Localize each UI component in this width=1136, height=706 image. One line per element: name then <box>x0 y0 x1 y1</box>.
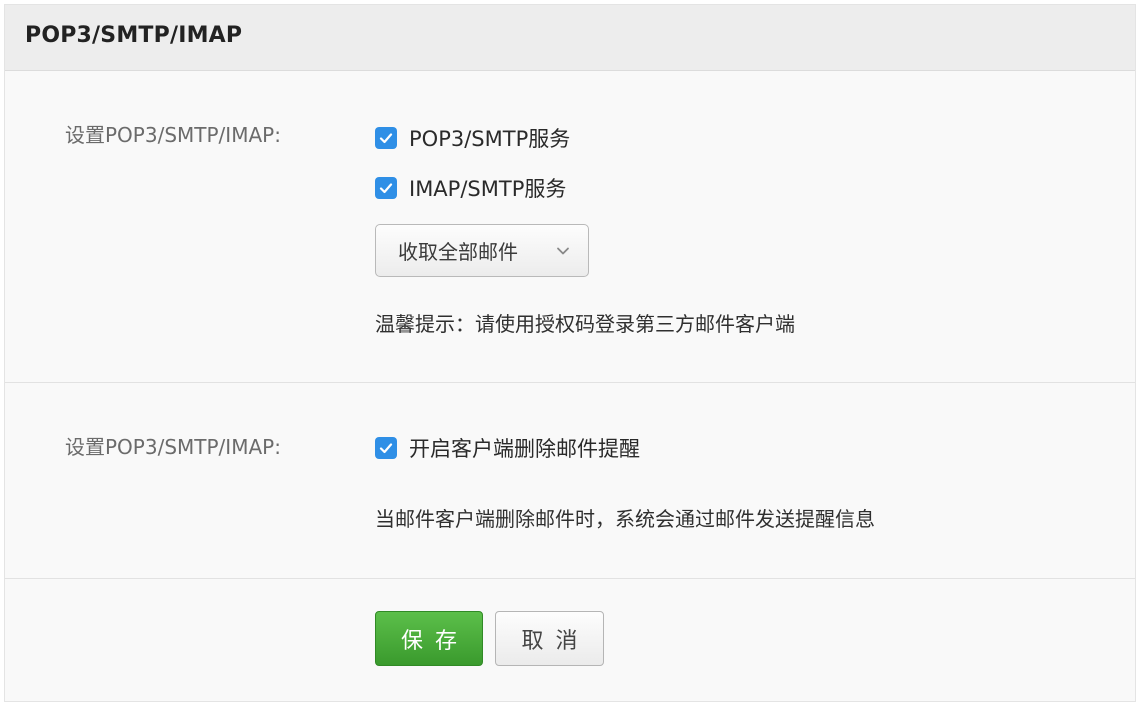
section-divider <box>5 578 1135 579</box>
imap-smtp-option-label: IMAP/SMTP服务 <box>409 177 567 201</box>
chevron-down-icon <box>557 247 569 255</box>
pop3-smtp-checkbox[interactable] <box>375 127 397 149</box>
cancel-button-label: 取消 <box>521 628 590 654</box>
save-button-label: 保存 <box>400 628 469 654</box>
checkmark-icon <box>379 183 393 194</box>
cancel-button[interactable]: 取消 <box>495 611 604 666</box>
checkmark-icon <box>379 133 393 144</box>
checkmark-icon <box>379 443 393 454</box>
panel-title: POP3/SMTP/IMAP <box>25 23 243 48</box>
section-divider <box>5 382 1135 383</box>
auth-code-hint: 温馨提示：请使用授权码登录第三方邮件客户端 <box>375 312 795 336</box>
imap-smtp-checkbox[interactable] <box>375 177 397 199</box>
pop3-smtp-option[interactable]: POP3/SMTP服务 <box>375 124 570 152</box>
receive-mail-select-value: 收取全部邮件 <box>398 240 518 264</box>
settings-panel: POP3/SMTP/IMAP 设置POP3/SMTP/IMAP: POP3/SM… <box>4 4 1136 702</box>
delete-reminder-option[interactable]: 开启客户端删除邮件提醒 <box>375 434 640 462</box>
delete-reminder-option-label: 开启客户端删除邮件提醒 <box>409 437 640 461</box>
delete-reminder-setting-label: 设置POP3/SMTP/IMAP: <box>65 435 281 459</box>
panel-header: POP3/SMTP/IMAP <box>5 5 1135 71</box>
pop3-smtp-option-label: POP3/SMTP服务 <box>409 127 571 151</box>
delete-reminder-checkbox[interactable] <box>375 437 397 459</box>
delete-reminder-description: 当邮件客户端删除邮件时，系统会通过邮件发送提醒信息 <box>375 507 875 531</box>
pop3-smtp-imap-setting-label: 设置POP3/SMTP/IMAP: <box>65 123 281 147</box>
receive-mail-select[interactable]: 收取全部邮件 <box>375 224 589 277</box>
save-button[interactable]: 保存 <box>375 611 483 666</box>
imap-smtp-option[interactable]: IMAP/SMTP服务 <box>375 174 566 202</box>
